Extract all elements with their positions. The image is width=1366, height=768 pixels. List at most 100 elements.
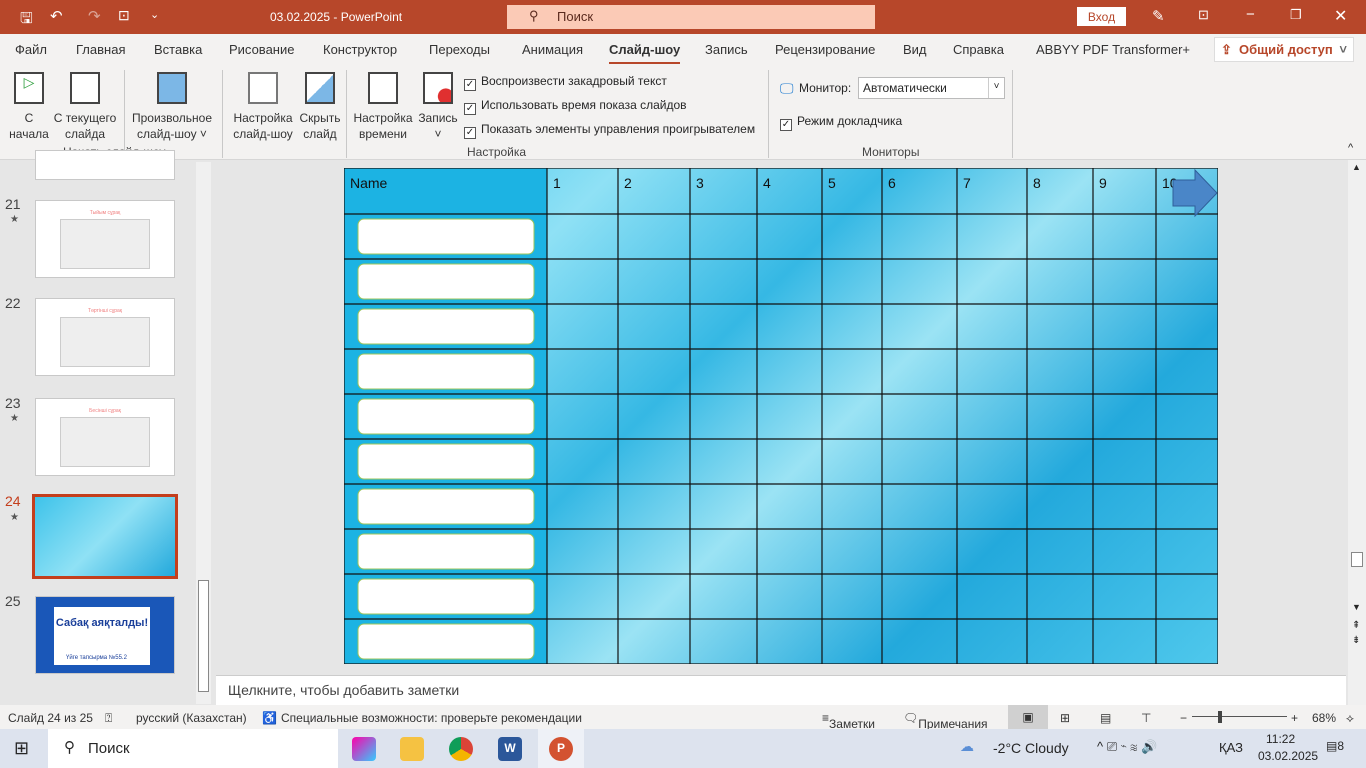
language[interactable]: русский (Казахстан) [136, 711, 247, 725]
narration-checkbox[interactable]: ✓ Воспроизвести закадровый текст [464, 74, 667, 91]
share-button[interactable]: ⇪ Общий доступ ˅ [1214, 37, 1354, 62]
normal-view-icon[interactable]: ▣ [1008, 705, 1048, 729]
collapse-ribbon-icon[interactable]: ^ [1348, 142, 1353, 154]
tab-transitions[interactable]: Переходы [429, 42, 490, 57]
tray-icons[interactable]: ^ ⎚ ⌁ ≋ 🔊 [1097, 739, 1157, 755]
slide-thumbnail-22[interactable]: Төртінші сұрақ [35, 298, 175, 376]
chrome-icon[interactable] [449, 737, 473, 761]
name-input-box[interactable] [357, 263, 535, 300]
next-arrow-icon[interactable] [1172, 168, 1218, 218]
customize-qat-icon[interactable]: ⌄ [150, 8, 159, 21]
slide-thumbnail[interactable] [35, 150, 175, 180]
taskbar-search[interactable]: ⚲ Поиск [48, 729, 338, 768]
notes-button[interactable]: ≡ Заметки [822, 711, 875, 731]
next-slide-icon[interactable]: ⇟ [1352, 635, 1360, 646]
weather-text[interactable]: -2°C Cloudy [993, 740, 1069, 756]
scroll-up-icon[interactable]: ▲ [1352, 162, 1361, 172]
notification-icon[interactable]: ▤8 [1326, 739, 1344, 753]
setup-show-button[interactable]: Настройка слайд-шоу [230, 68, 296, 142]
accessibility-status[interactable]: Специальные возможности: проверьте реком… [281, 711, 582, 725]
slide-thumbnail-23[interactable]: Бесінші сұрақ [35, 398, 175, 476]
slide-thumbnail-21[interactable]: Тыйым сұрақ [35, 200, 175, 278]
restore-icon[interactable]: ❐ [1290, 7, 1302, 23]
present-icon[interactable]: ⊡ [118, 7, 130, 24]
reading-view-icon[interactable]: ▤ [1100, 711, 1111, 725]
name-input-box[interactable] [357, 218, 535, 255]
slide-thumbnail-25[interactable]: Сабақ аяқталды! Үйге тапсырма №55.2 [35, 596, 175, 674]
close-icon[interactable]: ✕ [1334, 6, 1347, 26]
slide[interactable]: Name 1 2 3 4 5 6 7 8 9 10 [344, 168, 1218, 664]
tab-slideshow[interactable]: Слайд-шоу [609, 42, 681, 65]
rehearse-label: Настройка времени [353, 111, 413, 141]
tab-home[interactable]: Главная [76, 42, 125, 57]
media-controls-checkbox[interactable]: ✓ Показать элементы управления проигрыват… [464, 122, 755, 139]
comments-button[interactable]: 🗨 Примечания [903, 711, 988, 731]
zoom-slider[interactable] [1192, 716, 1287, 717]
redo-icon[interactable]: ↷ [88, 7, 101, 25]
hide-slide-button[interactable]: Скрыть слайд [296, 68, 344, 142]
presenter-view-checkbox[interactable]: ✓ Режим докладчика [780, 114, 902, 131]
name-input-box[interactable] [357, 308, 535, 345]
tab-abbyy[interactable]: ABBYY PDF Transformer+ [1036, 42, 1190, 57]
timings-checkbox[interactable]: ✓ Использовать время показа слайдов [464, 98, 687, 115]
zoom-slider-thumb[interactable] [1218, 711, 1222, 723]
slideshow-view-icon[interactable]: ⊤ [1141, 711, 1151, 725]
search-box[interactable]: ⚲ Поиск [507, 5, 875, 29]
monitor-icon: 🖵 [780, 80, 794, 96]
input-language[interactable]: ҚАЗ [1219, 740, 1243, 755]
powerpoint-taskbar-button[interactable]: P [538, 729, 584, 768]
record-button[interactable]: Запись ˅ [416, 68, 460, 142]
pen-icon[interactable]: ✎ [1152, 7, 1165, 25]
slide-scrollbar[interactable]: ▲ ▼ ⇞ ⇟ [1348, 160, 1366, 705]
spellcheck-icon[interactable]: ⍰ [105, 711, 112, 726]
scroll-thumb[interactable] [198, 580, 209, 692]
tab-insert[interactable]: Вставка [154, 42, 202, 57]
ribbon-display-icon[interactable]: ⊡ [1198, 7, 1209, 23]
save-icon[interactable]: 🖫 [20, 8, 33, 33]
minimize-icon[interactable]: − [1246, 6, 1255, 23]
divider [1012, 70, 1013, 158]
previous-slide-icon[interactable]: ⇞ [1352, 620, 1360, 631]
slide-thumbnail-24[interactable] [32, 494, 178, 579]
name-input-box[interactable] [357, 353, 535, 390]
weather-icon[interactable]: ☁ [960, 738, 974, 755]
from-start-button[interactable]: ▷ С начала [6, 68, 52, 142]
name-input-box[interactable] [357, 623, 535, 660]
from-current-button[interactable]: С текущего слайда [52, 68, 118, 142]
zoom-in-icon[interactable]: + [1291, 711, 1298, 725]
zoom-out-icon[interactable]: − [1180, 711, 1187, 725]
copilot-icon[interactable] [352, 737, 376, 761]
tab-design[interactable]: Конструктор [323, 42, 397, 57]
name-input-box[interactable] [357, 578, 535, 615]
undo-icon[interactable]: ↶ [50, 7, 63, 25]
file-explorer-icon[interactable] [400, 737, 424, 761]
zoom-level[interactable]: 68% [1312, 711, 1336, 725]
tab-help[interactable]: Справка [953, 42, 1004, 57]
tab-draw[interactable]: Рисование [229, 42, 294, 57]
tab-view[interactable]: Вид [903, 42, 927, 57]
thumbnails-scrollbar[interactable] [196, 162, 211, 704]
rehearse-button[interactable]: Настройка времени [350, 68, 416, 142]
windows-start-icon[interactable]: ⊞ [14, 738, 29, 759]
name-input-box[interactable] [357, 398, 535, 435]
slide-sorter-icon[interactable]: ⊞ [1060, 711, 1070, 725]
tab-animations[interactable]: Анимация [522, 42, 583, 57]
name-input-box[interactable] [357, 488, 535, 525]
name-input-box[interactable] [357, 443, 535, 480]
scroll-down-icon[interactable]: ▼ [1352, 602, 1361, 612]
scroll-thumb[interactable] [1351, 552, 1363, 567]
checkbox-label: Воспроизвести закадровый текст [481, 74, 667, 88]
name-input-box[interactable] [357, 533, 535, 570]
animation-star-icon: ★ [10, 214, 19, 225]
monitor-select[interactable]: Автоматически ˅ [858, 77, 1005, 99]
notes-pane[interactable]: Щелкните, чтобы добавить заметки [216, 675, 1346, 705]
login-button[interactable]: Вход [1077, 7, 1126, 26]
tab-review[interactable]: Рецензирование [775, 42, 875, 57]
clock-date[interactable]: 03.02.2025 [1258, 749, 1318, 763]
tab-file[interactable]: Файл [15, 42, 47, 57]
word-icon[interactable]: W [498, 737, 522, 761]
tab-record[interactable]: Запись [705, 42, 748, 57]
clock-time[interactable]: 11:22 [1266, 732, 1295, 746]
custom-show-button[interactable]: Произвольное слайд-шоу ˅ [128, 68, 216, 142]
fit-slide-icon[interactable]: ⟡ [1346, 711, 1354, 726]
